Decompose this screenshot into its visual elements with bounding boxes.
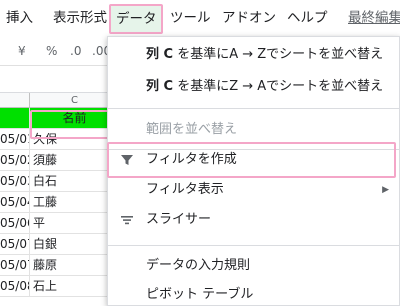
sort-sheet-a-to-z[interactable]: 列 C を基準にA → Zでシートを並べ替え — [108, 39, 400, 71]
pivot-table-item[interactable]: ピボット テーブル — [108, 279, 400, 306]
header-cell-b[interactable] — [0, 108, 30, 129]
menu-help[interactable]: ヘルプ — [287, 9, 328, 27]
sort-az-column-label: 列 C — [146, 47, 174, 62]
data-validation-item[interactable]: データの入力規則 — [108, 250, 400, 282]
menu-divider — [108, 108, 400, 109]
date-cell[interactable]: 05/04 — [0, 192, 30, 213]
submenu-arrow-icon: ▶ — [382, 185, 389, 195]
slicer-icon — [121, 216, 133, 225]
percent-format-button[interactable]: % — [46, 44, 57, 58]
date-cell[interactable]: 05/01 — [0, 129, 30, 150]
header-cell-highlight — [30, 110, 116, 139]
create-filter-highlight — [107, 142, 396, 178]
date-cell[interactable]: 05/06 — [0, 213, 30, 234]
date-cell[interactable]: 05/03 — [0, 171, 30, 192]
menu-format[interactable]: 表示形式 — [53, 9, 107, 27]
menu-insert[interactable]: 挿入 — [6, 9, 33, 27]
menu-bar: 挿入 表示形式 データ ツール アドオン ヘルプ 最終編集 — [0, 0, 400, 38]
menu-addons[interactable]: アドオン — [222, 9, 276, 27]
slicer-item[interactable]: スライサー — [108, 204, 400, 236]
data-validation-label: データの入力規則 — [146, 258, 251, 273]
column-header-b[interactable] — [0, 93, 30, 108]
date-cell[interactable]: 05/02 — [0, 150, 30, 171]
date-cell[interactable]: 05/07 — [0, 255, 30, 276]
sort-za-label: を基準にZ → Aでシートを並べ替え — [173, 79, 384, 94]
date-cell[interactable]: 05/08 — [0, 276, 30, 297]
filter-views-label: フィルタ表示 — [146, 182, 224, 197]
decrease-decimal-button[interactable]: .0 — [70, 44, 81, 58]
currency-format-button[interactable]: ¥ — [18, 44, 26, 58]
menu-data-highlight — [109, 4, 163, 34]
sort-az-label: を基準にA → Zでシートを並べ替え — [173, 47, 384, 62]
filter-views-item[interactable]: フィルタ表示 ▶ — [108, 174, 400, 206]
date-cell[interactable]: 05/07 — [0, 234, 30, 255]
pivot-table-label: ピボット テーブル — [146, 287, 254, 302]
last-edit-link[interactable]: 最終編集 — [348, 9, 400, 27]
slicer-label: スライサー — [146, 212, 212, 227]
menu-tools[interactable]: ツール — [170, 9, 211, 27]
sort-sheet-z-to-a[interactable]: 列 C を基準にZ → Aでシートを並べ替え — [108, 71, 400, 103]
sort-za-column-label: 列 C — [146, 79, 174, 94]
menu-divider — [108, 245, 400, 246]
